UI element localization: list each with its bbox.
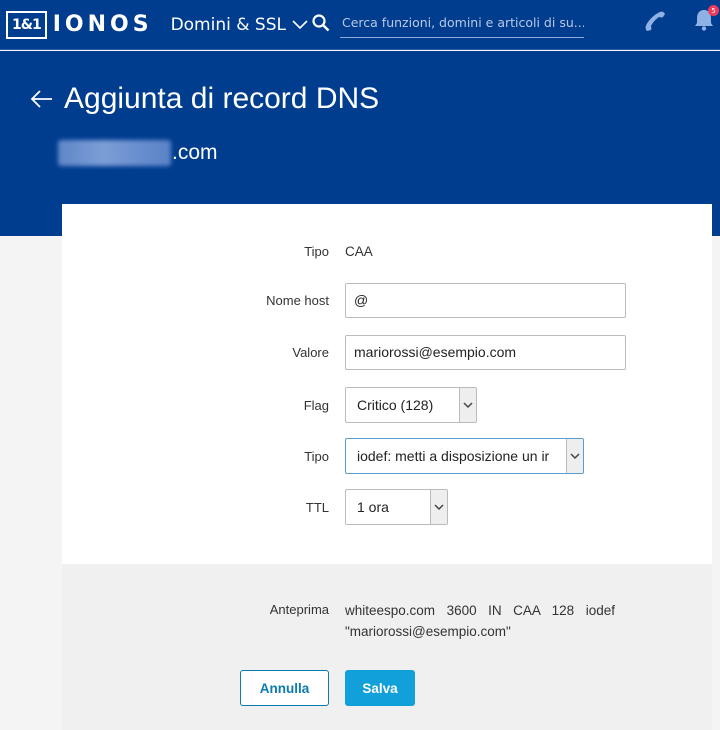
tag-selected-value: iodef: metti a disposizione un ir <box>357 448 550 464</box>
ttl-label: TTL <box>305 499 329 515</box>
back-arrow-icon[interactable] <box>30 89 54 109</box>
flag-select[interactable]: Critico (128) <box>345 387 477 423</box>
redacted-domain <box>58 140 171 166</box>
flag-row: Flag Critico (128) <box>62 387 712 423</box>
ionos-logo[interactable]: 1&1 IONOS <box>6 10 153 40</box>
logo-box: 1&1 <box>6 10 47 39</box>
ttl-row: TTL 1 ora <box>62 489 712 525</box>
domain-suffix: .com <box>172 141 218 164</box>
save-button[interactable]: Salva <box>345 670 415 706</box>
flag-selected-value: Critico (128) <box>357 397 434 413</box>
phone-icon[interactable] <box>642 9 668 35</box>
preview-section: Anteprima whiteespo.com 3600 IN CAA 128 … <box>62 564 712 730</box>
product-menu-label: Domini & SSL <box>170 14 286 35</box>
tag-dropdown-button[interactable] <box>566 439 583 473</box>
dns-record-form: Tipo CAA Nome host Valore Flag Critico (… <box>62 204 712 564</box>
page-title: Aggiunta di record DNS <box>64 82 380 115</box>
logo-text: IONOS <box>52 12 153 37</box>
cancel-button[interactable]: Annulla <box>240 670 329 706</box>
search-input[interactable] <box>340 8 584 38</box>
chevron-down-icon <box>434 503 444 510</box>
host-name-input[interactable] <box>345 282 626 318</box>
host-row: Nome host <box>62 282 712 318</box>
preview-text: whiteespo.com 3600 IN CAA 128 iodef "mar… <box>345 603 615 639</box>
tag-label: Tipo <box>304 448 329 464</box>
value-label: Valore <box>292 344 329 360</box>
top-nav-bar: 1&1 IONOS Domini & SSL 5 <box>0 0 720 50</box>
value-input[interactable] <box>345 334 626 370</box>
type-row: Tipo CAA <box>62 233 712 269</box>
flag-label: Flag <box>303 397 329 413</box>
search-icon[interactable] <box>312 14 330 32</box>
flag-dropdown-button[interactable] <box>459 388 476 422</box>
domain-name: .com <box>58 140 218 166</box>
type-value: CAA <box>345 243 373 259</box>
chevron-down-icon <box>292 19 308 29</box>
value-row: Valore <box>62 334 712 370</box>
ttl-dropdown-button[interactable] <box>430 490 447 524</box>
preview-label: Anteprima <box>269 602 329 617</box>
chevron-down-icon <box>570 452 580 459</box>
host-label: Nome host <box>266 292 329 308</box>
ttl-selected-value: 1 ora <box>357 499 389 515</box>
chevron-down-icon <box>463 401 473 408</box>
tag-row: Tipo iodef: metti a disposizione un ir <box>62 438 712 474</box>
search-area <box>312 8 584 38</box>
product-menu[interactable]: Domini & SSL <box>171 15 308 35</box>
tag-select[interactable]: iodef: metti a disposizione un ir <box>345 438 584 474</box>
ttl-select[interactable]: 1 ora <box>345 489 448 525</box>
notification-badge: 5 <box>708 5 719 16</box>
type-label: Tipo <box>304 243 329 259</box>
